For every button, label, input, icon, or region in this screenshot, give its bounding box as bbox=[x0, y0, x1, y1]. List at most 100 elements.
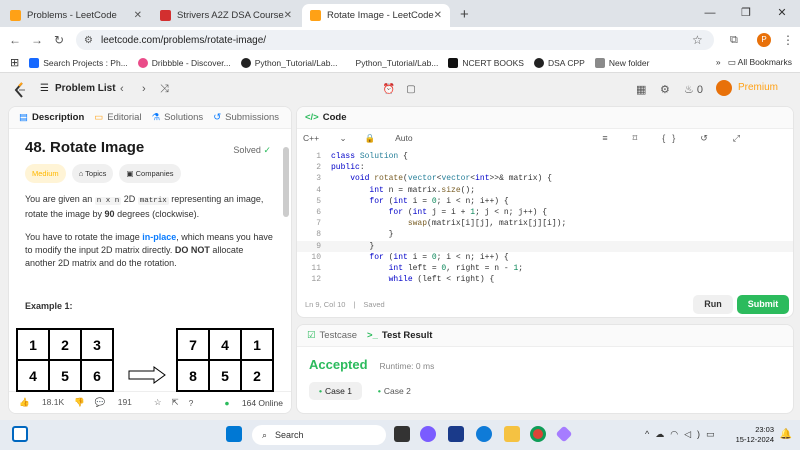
code-text: for (int i = 0; i < n; i++) { bbox=[369, 252, 509, 262]
tab-label: Submissions bbox=[225, 112, 280, 123]
bookmark-item[interactable]: DSA CPP bbox=[533, 57, 585, 68]
tab-strip: Problems - LeetCode ✕ Strivers A2Z DSA Co… bbox=[0, 0, 800, 27]
footer-overlay bbox=[8, 392, 292, 414]
companies-tag[interactable]: ▣ Companies bbox=[119, 164, 181, 183]
extensions-icon[interactable]: ⧉ bbox=[730, 34, 738, 47]
close-icon[interactable]: ✕ bbox=[134, 10, 142, 21]
expand-icon[interactable]: ⤢ bbox=[733, 133, 747, 143]
bookmark-item[interactable]: Python_Tutorial/Lab... bbox=[356, 58, 439, 68]
profile-avatar[interactable]: P bbox=[757, 33, 771, 47]
back-icon[interactable]: ← bbox=[4, 33, 26, 47]
wifi-icon[interactable]: ◠ bbox=[670, 429, 684, 439]
problem-list-button[interactable]: ☰ Problem List bbox=[40, 83, 116, 94]
submit-button[interactable]: Submit bbox=[737, 295, 789, 314]
windows-start-icon[interactable] bbox=[226, 426, 242, 442]
timer-icon[interactable]: ⏰ bbox=[381, 82, 397, 98]
tab-solutions[interactable]: ⚗ Solutions bbox=[152, 112, 204, 123]
line-number: 3 bbox=[316, 174, 321, 184]
format-icon[interactable]: ≡ bbox=[602, 133, 614, 143]
language-select[interactable]: C++ ⌄ bbox=[303, 133, 347, 144]
bookmark-item[interactable]: Search Projects : Ph... bbox=[29, 57, 128, 68]
topics-tag[interactable]: ⌂ Topics bbox=[71, 164, 114, 183]
bookmark-item[interactable]: Python_Tutorial/Lab... bbox=[240, 57, 338, 68]
in-place-link[interactable]: in-place bbox=[142, 232, 176, 242]
streak-fire-icon[interactable]: ♨ 0 bbox=[684, 83, 703, 96]
tab-editorial[interactable]: ▭ Editorial bbox=[94, 112, 141, 123]
url-field[interactable]: ⚙ leetcode.com/problems/rotate-image/ bbox=[76, 30, 714, 50]
user-avatar[interactable] bbox=[716, 80, 732, 96]
settings-gear-icon[interactable]: ⚙ bbox=[660, 83, 670, 96]
line-number: 7 bbox=[316, 219, 321, 229]
close-window-icon[interactable]: ✕ bbox=[764, 0, 800, 26]
tab-description[interactable]: ▤ Description bbox=[19, 112, 84, 123]
problem-list-label: Problem List bbox=[54, 83, 116, 94]
github-icon bbox=[240, 57, 251, 68]
notes-icon[interactable]: ▢ bbox=[403, 82, 419, 98]
copilot-icon[interactable] bbox=[420, 426, 436, 442]
code-text: public: bbox=[331, 163, 365, 173]
tag-label: Companies bbox=[135, 169, 174, 178]
reload-icon[interactable]: ↻ bbox=[48, 33, 70, 47]
prev-problem-icon[interactable]: ‹ bbox=[120, 83, 124, 95]
case-1-tab[interactable]: • Case 1 bbox=[309, 382, 362, 400]
bookmark-item[interactable]: New folder bbox=[594, 57, 649, 68]
difficulty-badge[interactable]: Medium bbox=[25, 164, 66, 183]
close-icon[interactable]: ✕ bbox=[434, 10, 442, 21]
tab-label: Description bbox=[31, 112, 85, 123]
flask-icon: ⚗ bbox=[151, 112, 161, 123]
layout-icon[interactable]: ▦ bbox=[636, 83, 646, 96]
mode-label: Auto bbox=[395, 132, 413, 143]
battery-icon[interactable]: ▭ bbox=[706, 429, 721, 439]
chevron-up-icon[interactable]: ^ bbox=[645, 429, 655, 439]
matrix-cell: 4 bbox=[209, 329, 241, 360]
next-problem-icon[interactable]: › bbox=[142, 83, 146, 95]
case-label: Case 1 bbox=[324, 386, 352, 396]
bookmark-icon[interactable]: ⌑ bbox=[633, 133, 645, 143]
apps-icon[interactable]: ⊞ bbox=[10, 56, 19, 69]
premium-button[interactable]: Premium bbox=[738, 82, 778, 93]
close-icon[interactable]: ✕ bbox=[284, 10, 292, 21]
description-scrollbar[interactable] bbox=[283, 147, 289, 217]
file-explorer-icon[interactable] bbox=[504, 426, 520, 442]
taskview-app-icon[interactable] bbox=[394, 426, 410, 442]
browser-menu-icon[interactable]: ⋮ bbox=[782, 33, 794, 47]
braces-icon[interactable]: {} bbox=[662, 133, 682, 143]
volume-icon[interactable]: ◁) bbox=[684, 429, 706, 439]
notification-icon[interactable]: 🔔 bbox=[780, 429, 792, 440]
auto-mode-toggle[interactable]: 🔒 Auto bbox=[365, 133, 431, 144]
new-tab-button[interactable]: + bbox=[460, 6, 469, 23]
bookmark-item[interactable]: Dribbble - Discover... bbox=[137, 57, 231, 68]
bookmark-item[interactable]: NCERT BOOKS bbox=[448, 57, 524, 68]
task-view-icon[interactable] bbox=[12, 426, 28, 442]
bookmark-star-icon[interactable]: ☆ bbox=[692, 33, 703, 47]
app-icon[interactable] bbox=[555, 425, 573, 443]
restore-icon[interactable]: ❐ bbox=[728, 0, 764, 26]
clock[interactable]: 23:03 15-12-2024 bbox=[736, 425, 774, 445]
edge-icon[interactable] bbox=[476, 426, 492, 442]
leetcode-favicon-icon bbox=[310, 10, 321, 21]
minimize-icon[interactable]: — bbox=[692, 0, 728, 26]
all-bookmarks-button[interactable]: » ▭ All Bookmarks bbox=[716, 57, 792, 68]
tab-testcase[interactable]: ☑ Testcase bbox=[307, 330, 357, 341]
tab-submissions[interactable]: ↺ Submissions bbox=[213, 112, 279, 123]
browser-tab-problems[interactable]: Problems - LeetCode ✕ bbox=[2, 4, 150, 27]
browser-tab-rotate-image[interactable]: Rotate Image - LeetCode ✕ bbox=[302, 4, 450, 27]
chrome-icon[interactable] bbox=[530, 426, 546, 442]
leetcode-logo-icon[interactable] bbox=[14, 82, 26, 98]
cloud-icon[interactable]: ☁ bbox=[655, 429, 670, 439]
shuffle-icon[interactable]: ⤨ bbox=[160, 83, 169, 96]
line-number: 5 bbox=[316, 196, 321, 206]
taskbar-search[interactable]: ⌕ Search bbox=[252, 425, 386, 445]
case-2-tab[interactable]: • Case 2 bbox=[368, 382, 421, 400]
forward-icon[interactable]: → bbox=[26, 33, 48, 47]
tab-test-result[interactable]: >_ Test Result bbox=[367, 330, 432, 341]
site-info-icon[interactable]: ⚙ bbox=[84, 35, 93, 46]
description-tabs: ▤ Description ▭ Editorial ⚗ Solutions ↺ Subm… bbox=[9, 107, 291, 129]
tab-label: Testcase bbox=[319, 330, 358, 341]
store-icon[interactable] bbox=[448, 426, 464, 442]
browser-tab-strivers[interactable]: Strivers A2Z DSA Course/Sheet✕ bbox=[152, 4, 300, 27]
reset-icon[interactable]: ↺ bbox=[700, 133, 715, 143]
code-line: 10 for (int i = 0; i < n; i++) { bbox=[297, 252, 793, 263]
code-editor[interactable]: 1 class Solution {2 public: 3 void rotate(v… bbox=[297, 151, 793, 285]
run-button[interactable]: Run bbox=[693, 295, 733, 314]
